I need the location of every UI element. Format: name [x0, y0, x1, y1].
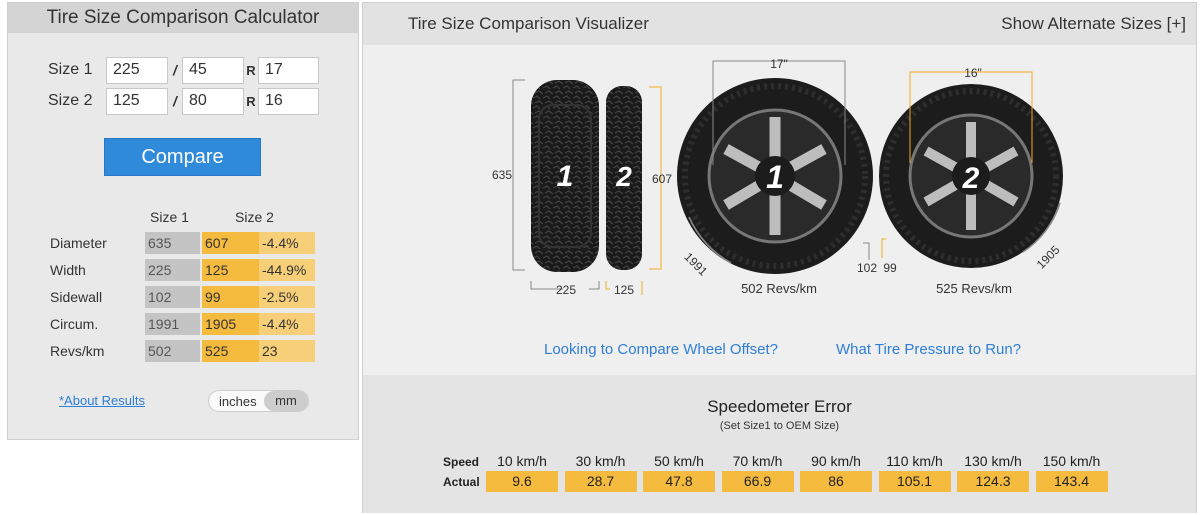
wheel-1-revs: 502 Revs/km: [741, 281, 817, 296]
result-difference: -4.4%: [259, 313, 315, 335]
actual-speed-value: 28.7: [564, 471, 637, 492]
result-size2-value: 607: [202, 232, 259, 254]
wheel-1-sidewall: 102: [857, 261, 877, 275]
tread-tire-1: 1: [531, 80, 599, 272]
result-name: Circum.: [50, 316, 99, 332]
result-size2-value: 525: [202, 340, 259, 362]
compare-wheel-offset-link[interactable]: Looking to Compare Wheel Offset?: [544, 341, 778, 358]
slash-separator: /: [173, 93, 177, 109]
tread-tire-2: 2: [606, 86, 642, 270]
size1-width-input[interactable]: [106, 56, 168, 84]
actual-speed-value: 66.9: [721, 471, 794, 492]
speedometer-title: Speedometer Error: [707, 397, 852, 416]
tread-height-1: 635: [492, 168, 512, 182]
tread-height-2: 607: [652, 172, 672, 186]
result-name: Revs/km: [50, 343, 105, 359]
result-size1-value: 225: [145, 259, 200, 281]
speed-value: 110 km/h: [886, 453, 943, 469]
wheel-2-sidewall: 99: [883, 261, 897, 275]
unit-inches-option[interactable]: inches: [219, 394, 257, 409]
visualizer-panel: Tire Size Comparison Visualizer Show Alt…: [362, 2, 1197, 513]
wheel-1-number: 1: [766, 159, 784, 195]
result-size1-value: 502: [145, 340, 200, 362]
tread-tire-2-number: 2: [615, 161, 632, 192]
show-alternate-sizes-link[interactable]: Show Alternate Sizes [+]: [1001, 14, 1186, 34]
size1-row: Size 1 / R: [8, 56, 319, 84]
visualizer-title: Tire Size Comparison Visualizer: [408, 14, 649, 33]
result-size1-value: 1991: [145, 313, 200, 335]
actual-speed-value: 124.3: [957, 471, 1029, 492]
unit-toggle[interactable]: inches mm: [208, 390, 309, 412]
result-difference: -2.5%: [259, 286, 315, 308]
slash-separator: /: [173, 62, 177, 78]
wheel-2: 2: [879, 84, 1063, 268]
visualizer-header: Tire Size Comparison Visualizer Show Alt…: [363, 3, 1196, 45]
result-row: Circum. 1991 1905 -4.4%: [8, 313, 358, 335]
wheel-2-circumference: 1905: [1034, 243, 1063, 272]
speed-value: 70 km/h: [732, 453, 783, 469]
result-size2-value: 1905: [202, 313, 259, 335]
size2-aspect-input[interactable]: [182, 87, 244, 115]
result-row: Diameter 635 607 -4.4%: [8, 232, 358, 254]
result-size1-value: 102: [145, 286, 200, 308]
result-name: Diameter: [50, 235, 107, 251]
result-row: Sidewall 102 99 -2.5%: [8, 286, 358, 308]
size2-width-input[interactable]: [106, 87, 168, 115]
actual-speed-value: 9.6: [486, 471, 558, 492]
result-size2-value: 125: [202, 259, 259, 281]
actual-speed-value: 105.1: [878, 471, 951, 492]
actual-row-label: Actual: [443, 475, 480, 489]
speed-value: 150 km/h: [1042, 453, 1101, 469]
tread-width-2: 125: [614, 283, 634, 297]
tire-visualization: 1 2 635 607 225 125 1 17" 102 1991 502 R…: [492, 57, 1063, 297]
result-size2-value: 99: [202, 286, 259, 308]
speed-value: 130 km/h: [964, 453, 1022, 469]
speed-row-label: Speed: [443, 455, 480, 469]
speedometer-subtitle: (Set Size1 to OEM Size): [719, 420, 840, 432]
wheel-2-rim-label: 16": [964, 66, 982, 80]
rim-r-label: R: [246, 93, 256, 109]
result-row: Width 225 125 -44.9%: [8, 259, 358, 281]
rim-r-label: R: [246, 62, 256, 78]
size1-rim-input[interactable]: [258, 56, 319, 84]
calculator-title: Tire Size Comparison Calculator: [8, 3, 358, 33]
wheel-1-rim-label: 17": [770, 57, 788, 71]
wheel-2-number: 2: [962, 162, 980, 195]
about-results-link[interactable]: *About Results: [59, 393, 145, 408]
tread-tire-1-number: 1: [557, 160, 574, 193]
wheel-1-circumference: 1991: [681, 250, 710, 279]
speed-value: 90 km/h: [811, 453, 861, 469]
actual-speed-value: 47.8: [643, 471, 715, 492]
tire-pressure-link[interactable]: What Tire Pressure to Run?: [836, 341, 1021, 358]
results-header-size1: Size 1: [150, 209, 189, 225]
result-name: Width: [50, 262, 86, 278]
compare-button[interactable]: Compare: [104, 138, 261, 176]
size2-label: Size 2: [48, 92, 93, 109]
calculator-panel: Tire Size Comparison Calculator Size 1 /…: [7, 2, 359, 440]
size1-aspect-input[interactable]: [182, 56, 244, 84]
actual-speed-value: 143.4: [1035, 471, 1108, 492]
size2-rim-input[interactable]: [258, 87, 319, 115]
speedometer-error-section: Speedometer Error (Set Size1 to OEM Size…: [363, 375, 1196, 513]
result-row: Revs/km 502 525 23: [8, 340, 358, 362]
unit-mm-option[interactable]: mm: [264, 391, 308, 411]
tread-width-1: 225: [556, 283, 576, 297]
speed-value: 50 km/h: [654, 453, 704, 469]
wheel-2-revs: 525 Revs/km: [936, 281, 1012, 296]
size2-row: Size 2 / R: [8, 87, 319, 115]
result-name: Sidewall: [50, 289, 103, 305]
result-difference: -44.9%: [259, 259, 315, 281]
result-difference: -4.4%: [259, 232, 315, 254]
speed-value: 10 km/h: [497, 453, 547, 469]
result-size1-value: 635: [145, 232, 200, 254]
results-header-size2: Size 2: [235, 209, 274, 225]
size1-label: Size 1: [48, 61, 93, 78]
actual-speed-value: 86: [800, 471, 872, 492]
speed-value: 30 km/h: [575, 453, 626, 469]
result-difference: 23: [259, 340, 315, 362]
